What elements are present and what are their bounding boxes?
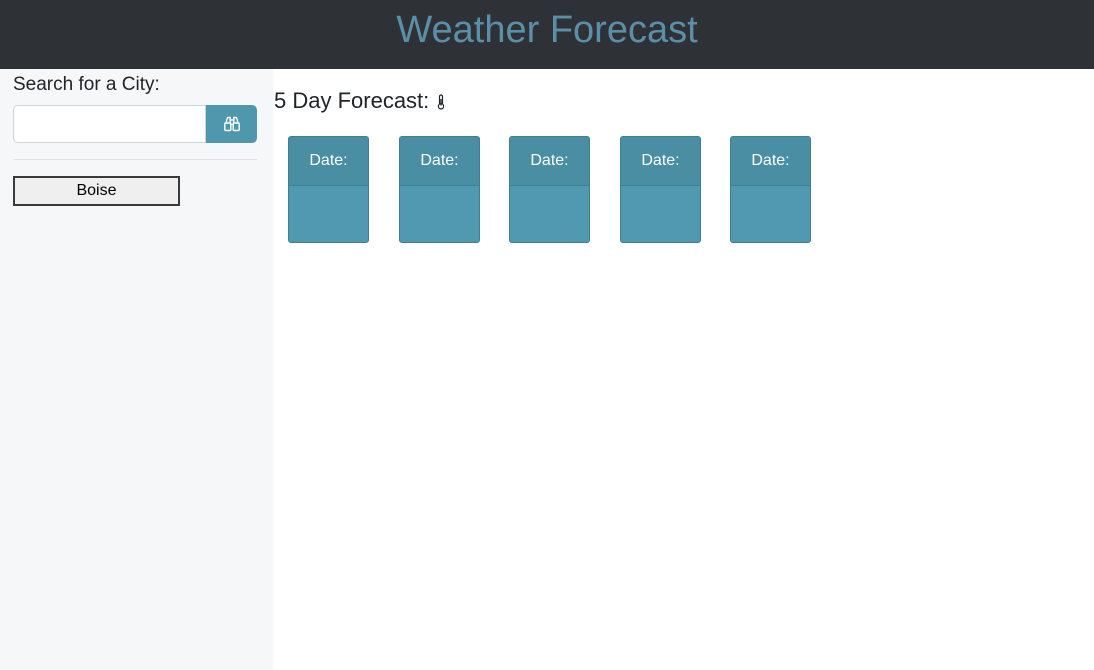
forecast-card-body: [289, 186, 368, 242]
forecast-card-body: [400, 186, 479, 242]
forecast-card-date: Date:: [731, 137, 810, 186]
search-button[interactable]: [206, 105, 257, 143]
forecast-card-day-4: Date:: [620, 136, 701, 243]
forecast-heading: 5 Day Forecast:: [274, 88, 445, 114]
thermometer-icon: [437, 94, 445, 110]
forecast-card-day-2: Date:: [399, 136, 480, 243]
forecast-card-date: Date:: [400, 137, 479, 186]
sidebar: Search for a City: Boise: [0, 69, 273, 670]
forecast-card-body: [510, 186, 589, 242]
forecast-card-date: Date:: [510, 137, 589, 186]
forecast-section: 5 Day Forecast: Date: Date: Date: Date: …: [273, 69, 1094, 670]
forecast-card-body: [621, 186, 700, 242]
forecast-card-day-3: Date:: [509, 136, 590, 243]
page-title: Weather Forecast: [396, 9, 698, 51]
binoculars-icon: [223, 115, 241, 133]
forecast-card-day-1: Date:: [288, 136, 369, 243]
forecast-card-body: [731, 186, 810, 242]
sidebar-divider: [13, 159, 257, 160]
forecast-card-date: Date:: [621, 137, 700, 186]
forecast-card-date: Date:: [289, 137, 368, 186]
forecast-card-day-5: Date:: [730, 136, 811, 243]
search-label: Search for a City:: [13, 74, 160, 95]
city-search-input[interactable]: [13, 105, 206, 143]
app-header: Weather Forecast: [0, 0, 1094, 69]
history-city-button[interactable]: Boise: [13, 176, 180, 206]
forecast-heading-text: 5 Day Forecast:: [274, 88, 430, 113]
